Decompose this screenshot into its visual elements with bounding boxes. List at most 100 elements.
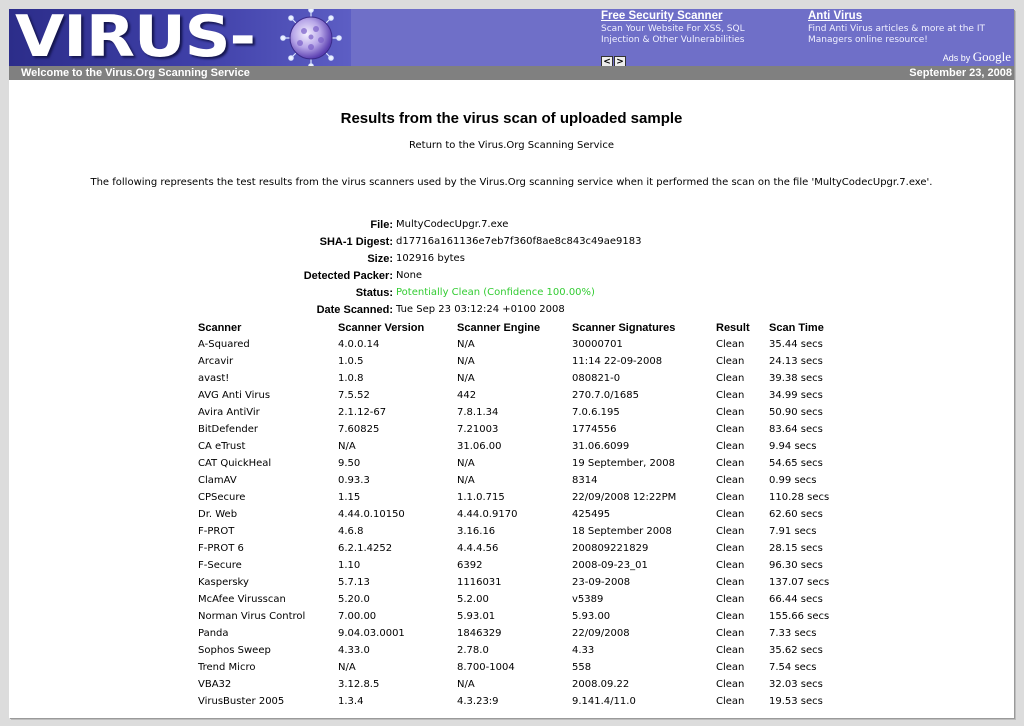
scanner-signatures: 270.7.0/1685 [572, 390, 639, 401]
file-info-label: Size: [367, 252, 393, 265]
scanner-signatures: 9.141.4/11.0 [572, 696, 636, 707]
scan-time: 24.13 secs [769, 356, 823, 367]
file-info-label: File: [370, 218, 393, 231]
file-info-row: File: MultyCodecUpgr.7.exe [9, 216, 642, 233]
scan-time: 62.60 secs [769, 509, 823, 520]
file-info-row: Size: 102916 bytes [9, 250, 642, 267]
scan-result: Clean [716, 424, 745, 435]
scanner-version: 2.1.12-67 [338, 407, 387, 418]
scanner-version: 7.60825 [338, 424, 380, 435]
intro-text: The following represents the test result… [90, 177, 933, 188]
scanner-version: 9.04.03.0001 [338, 628, 405, 639]
scanner-signatures: 19 September, 2008 [572, 458, 675, 469]
scan-time: 28.15 secs [769, 543, 823, 554]
table-row: avast! 1.0.8 N/A 080821-0 Clean 39.38 secs [196, 370, 839, 387]
table-row: ClamAV 0.93.3 N/A 8314 Clean 0.99 secs [196, 472, 839, 489]
page-title: Results from the virus scan of uploaded … [340, 110, 683, 127]
table-row: CPSecure 1.15 1.1.0.715 22/09/2008 12:22PM C… [196, 489, 839, 506]
scanner-signatures: 22/09/2008 [572, 628, 630, 639]
google-logo: Google [972, 49, 1011, 64]
table-row: F-Secure 1.10 6392 2008-09-23_01 Clean 96.30 … [196, 557, 839, 574]
scan-result: Clean [716, 458, 745, 469]
scan-time: 32.03 secs [769, 679, 823, 690]
virus-icon [280, 9, 342, 66]
return-link[interactable]: Return to the Virus.Org Scanning Service [9, 140, 1014, 151]
scanner-name: F-PROT [198, 526, 235, 537]
scan-time: 50.90 secs [769, 407, 823, 418]
ad-free-security-scanner[interactable]: Free Security Scanner Scan Your Website … [601, 10, 786, 46]
table-row: A-Squared 4.0.0.14 N/A 30000701 Clean 35.44 s… [196, 336, 839, 353]
scanner-signatures: 080821-0 [572, 373, 621, 384]
ad-description: Scan Your Website For XSS, SQL Injection… [601, 24, 745, 45]
scan-time: 155.66 secs [769, 611, 830, 622]
scanner-name: Avira AntiVir [198, 407, 260, 418]
table-row: Kaspersky 5.7.13 1116031 23-09-2008 Clean 137… [196, 574, 839, 591]
header-scanner-engine: Scanner Engine [457, 321, 541, 334]
file-info-value: Tue Sep 23 03:12:24 +0100 2008 [396, 304, 565, 315]
scanner-engine: 2.78.0 [457, 645, 489, 656]
banner-date: September 23, 2008 [909, 67, 1012, 79]
scan-time: 34.99 secs [769, 390, 823, 401]
scanner-engine: N/A [457, 679, 475, 690]
scan-result: Clean [716, 645, 745, 656]
scanner-signatures: 18 September 2008 [572, 526, 672, 537]
scan-result: Clean [716, 679, 745, 690]
scanner-version: 1.0.8 [338, 373, 364, 384]
scanner-signatures: 23-09-2008 [572, 577, 631, 588]
scan-time: 96.30 secs [769, 560, 823, 571]
scanner-signatures: 425495 [572, 509, 611, 520]
browser-page: VIRUS- Free Security Scanner Scan Your W… [9, 9, 1014, 718]
scanner-signatures: 4.33 [572, 645, 595, 656]
file-info-row: Date Scanned: Tue Sep 23 03:12:24 +0100 2… [9, 301, 642, 318]
table-row: F-PROT 4.6.8 3.16.16 18 September 2008 Clean… [196, 523, 839, 540]
table-row: Avira AntiVir 2.1.12-67 7.8.1.34 7.0.6.195 C… [196, 404, 839, 421]
table-row: Arcavir 1.0.5 N/A 11:14 22-09-2008 Clean 24.1… [196, 353, 839, 370]
welcome-banner: Welcome to the Virus.Org Scanning Servic… [9, 66, 1014, 80]
scanner-name: Panda [198, 628, 229, 639]
scan-result: Clean [716, 509, 745, 520]
scanner-version: 4.44.0.10150 [338, 509, 405, 520]
scanner-version: 4.0.0.14 [338, 339, 380, 350]
scan-time: 0.99 secs [769, 475, 817, 486]
results-header-row: Scanner Scanner Version Scanner Engine Scan… [196, 319, 839, 336]
scanner-engine: 1.1.0.715 [457, 492, 505, 503]
scanner-version: 1.15 [338, 492, 361, 503]
scan-result: Clean [716, 407, 745, 418]
scanner-engine: 4.3.23:9 [457, 696, 499, 707]
table-row: VirusBuster 2005 1.3.4 4.3.23:9 9.141.4/11.… [196, 693, 839, 710]
scanner-version: 1.10 [338, 560, 361, 571]
ad-anti-virus[interactable]: Anti Virus Find Anti Virus articles & mo… [808, 10, 1013, 46]
scan-result: Clean [716, 594, 745, 605]
scanner-signatures: 31.06.6099 [572, 441, 630, 452]
scanner-name: AVG Anti Virus [198, 390, 271, 401]
ad-title-link[interactable]: Free Security Scanner [601, 10, 786, 23]
table-row: Trend Micro N/A 8.700-1004 558 Clean 7.54 sec… [196, 659, 839, 676]
scanner-name: avast! [198, 373, 230, 384]
table-row: Panda 9.04.03.0001 1846329 22/09/2008 Clean 7… [196, 625, 839, 642]
scanner-engine: N/A [457, 356, 475, 367]
file-info-label: Detected Packer: [303, 269, 393, 282]
table-row: Norman Virus Control 7.00.00 5.93.01 5.93.0… [196, 608, 839, 625]
virus-org-logo[interactable]: VIRUS- [9, 9, 351, 66]
scan-result: Clean [716, 526, 745, 537]
scanner-engine: 3.16.16 [457, 526, 496, 537]
ad-title-link[interactable]: Anti Virus [808, 10, 1013, 23]
scanner-name: McAfee Virusscan [198, 594, 286, 605]
scanner-signatures: 22/09/2008 12:22PM [572, 492, 677, 503]
scan-time: 39.38 secs [769, 373, 823, 384]
scanner-version: 5.20.0 [338, 594, 370, 605]
table-row: CA eTrust N/A 31.06.00 31.06.6099 Clean 9.94 … [196, 438, 839, 455]
scanner-name: CA eTrust [198, 441, 246, 452]
header-result: Result [716, 321, 750, 334]
ads-by-google[interactable]: Ads by Google [943, 49, 1011, 65]
scanner-name: CAT QuickHeal [198, 458, 272, 469]
scanner-version: N/A [338, 662, 356, 673]
scanner-name: Trend Micro [198, 662, 256, 673]
scanner-name: BitDefender [198, 424, 259, 435]
scanner-version: 3.12.8.5 [338, 679, 380, 690]
scan-time: 66.44 secs [769, 594, 823, 605]
scanner-engine: N/A [457, 373, 475, 384]
scanner-engine: 4.44.0.9170 [457, 509, 518, 520]
scanner-version: 7.00.00 [338, 611, 377, 622]
scan-time: 7.33 secs [769, 628, 817, 639]
